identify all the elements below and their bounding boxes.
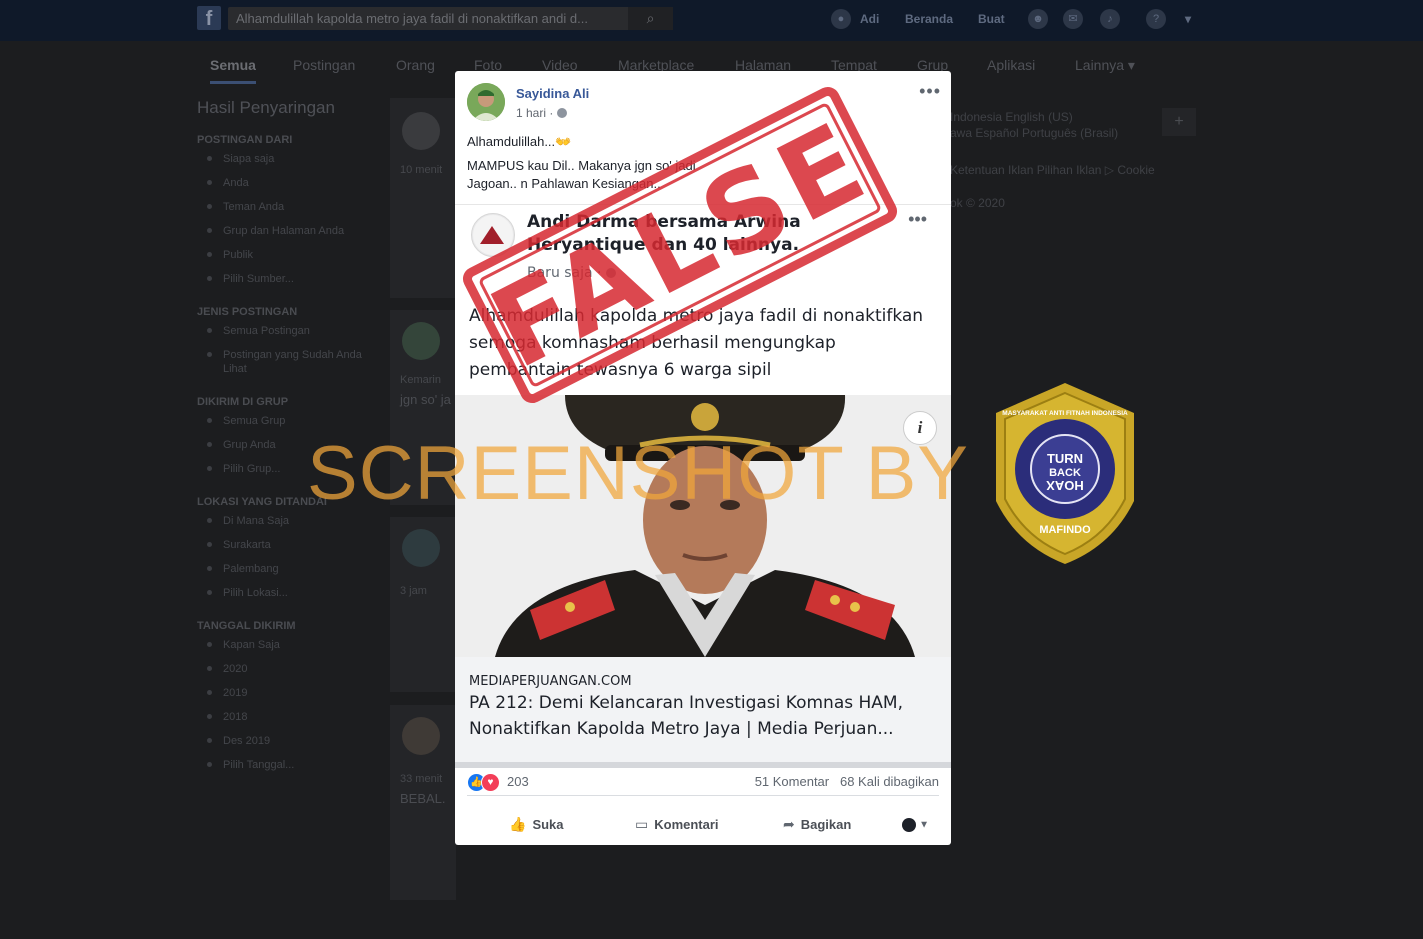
filter-option[interactable]: Surakarta	[197, 538, 382, 562]
link-preview[interactable]: MEDIAPERJUANGAN.COM PA 212: Demi Kelanca…	[455, 657, 951, 768]
comment-button[interactable]: ▭ Komentari	[635, 811, 719, 837]
share-label: Bagikan	[800, 817, 852, 832]
link-title[interactable]: PA 212: Demi Kelancaran Investigasi Komn…	[469, 690, 939, 742]
filter-option[interactable]: Anda	[197, 176, 382, 200]
filter-option[interactable]: Postingan yang Sudah Anda Lihat	[197, 348, 382, 386]
tab-semua[interactable]: Semua	[210, 57, 256, 84]
share-icon: ➦	[783, 816, 795, 832]
tab-orang[interactable]: Orang	[396, 57, 435, 73]
post-time-text: 1 hari ·	[516, 106, 554, 120]
profile-link[interactable]: Adi	[860, 12, 879, 26]
sidebar-title: Hasil Penyaringan	[197, 98, 335, 117]
tab-aplikasi[interactable]: Aplikasi	[987, 57, 1035, 73]
profile-avatar-icon[interactable]: ●	[831, 9, 851, 29]
tab-postingan[interactable]: Postingan	[293, 57, 355, 73]
mafindo-logo-icon: TURN BACK HOAX MASYARAKAT ANTI FITNAH IN…	[996, 383, 1134, 564]
add-language-button[interactable]: +	[1162, 108, 1196, 136]
filter-option[interactable]: Siapa saja	[197, 152, 382, 176]
filter-option[interactable]: Pilih Tanggal...	[197, 758, 382, 782]
avatar	[402, 717, 440, 755]
filter-option[interactable]: Teman Anda	[197, 200, 382, 224]
create-link[interactable]: Buat	[978, 12, 1005, 26]
chevron-down-icon: ▼	[919, 819, 929, 831]
filter-option[interactable]: 2018	[197, 710, 382, 734]
svg-text:HOAX: HOAX	[1046, 478, 1084, 493]
help-icon[interactable]: ?	[1146, 9, 1166, 29]
post-timestamp[interactable]: 1 hari ·	[516, 106, 568, 120]
footer-links[interactable]: Ketentuan Iklan Pilihan Iklan ▷ Cookie	[950, 163, 1155, 177]
post-text: jgn so' ja	[400, 392, 451, 407]
filter-option[interactable]: 2019	[197, 686, 382, 710]
post-time: Kemarin	[400, 374, 441, 386]
filter-option[interactable]: Pilih Lokasi...	[197, 586, 382, 610]
share-button[interactable]: ➦ Bagikan	[783, 811, 851, 837]
more-options-icon[interactable]: •••	[919, 81, 941, 102]
feed-post-card: 3 jam	[390, 517, 456, 692]
friend-requests-icon[interactable]: ☻	[1028, 9, 1048, 29]
avatar	[402, 529, 440, 567]
post-text: BEBAL.	[400, 791, 446, 806]
reaction-count[interactable]: 203	[507, 774, 529, 789]
filter-option[interactable]: Grup dan Halaman Anda	[197, 224, 382, 248]
svg-text:TURN: TURN	[1047, 451, 1083, 466]
comment-label: Komentari	[654, 817, 719, 832]
svg-text:MASYARAKAT ANTI FITNAH INDONES: MASYARAKAT ANTI FITNAH INDONESIA	[1002, 410, 1128, 417]
avatar	[402, 322, 440, 360]
like-button[interactable]: 👍 Suka	[509, 811, 564, 837]
screenshot-watermark: SCREENSHOT BY	[307, 431, 969, 516]
top-navigation-bar: f Alhamdulillah kapolda metro jaya fadil…	[0, 0, 1423, 41]
comment-icon: ▭	[635, 816, 649, 832]
filter-option[interactable]: Kapan Saja	[197, 638, 382, 662]
search-box[interactable]: Alhamdulillah kapolda metro jaya fadil d…	[228, 7, 673, 30]
post-author-name[interactable]: Sayidina Ali	[516, 86, 589, 101]
link-domain: MEDIAPERJUANGAN.COM	[469, 674, 632, 689]
love-reaction-icon[interactable]: ♥	[481, 773, 500, 792]
filter-section-title: DIKIRIM DI GRUP	[197, 396, 289, 408]
filter-section-title: JENIS POSTINGAN	[197, 306, 298, 318]
filter-option[interactable]: 2020	[197, 662, 382, 686]
filter-option[interactable]: Di Mana Saja	[197, 514, 382, 538]
search-input[interactable]: Alhamdulillah kapolda metro jaya fadil d…	[236, 11, 616, 26]
like-label: Suka	[532, 817, 564, 832]
notifications-icon[interactable]: ♪	[1100, 9, 1120, 29]
filter-option[interactable]: Palembang	[197, 562, 382, 586]
language-links[interactable]: awa Español Português (Brasil)	[950, 126, 1118, 140]
filter-section-title: TANGGAL DIKIRIM	[197, 620, 296, 632]
svg-text:MAFINDO: MAFINDO	[1039, 524, 1091, 536]
audience-selector[interactable]: ▼	[901, 817, 929, 832]
svg-text:BACK: BACK	[1049, 467, 1081, 479]
post-time: 10 menit	[400, 164, 443, 176]
filter-option[interactable]: Des 2019	[197, 734, 382, 758]
post-time: 33 menit	[400, 773, 443, 785]
feed-post-card: 33 menit BEBAL.	[390, 705, 456, 900]
post-actions: 👍 Suka ▭ Komentari ➦ Bagikan ▼	[467, 811, 939, 841]
page-avatar-icon	[901, 817, 916, 832]
reactions-row: 👍 ♥ 203 51 Komentar 68 Kali dibagikan	[467, 773, 939, 796]
engagement-stats: 51 Komentar 68 Kali dibagikan	[755, 774, 939, 789]
avatar	[402, 112, 440, 150]
post-time: 3 jam	[400, 585, 427, 597]
shared-more-options-icon[interactable]: •••	[908, 209, 927, 230]
feed-post-card: 10 menit	[390, 98, 456, 298]
copyright: ok © 2020	[950, 196, 1005, 210]
tab-lainnya[interactable]: Lainnya ▾	[1075, 57, 1135, 74]
facebook-logo-icon[interactable]: f	[197, 6, 221, 30]
filter-section-title: POSTINGAN DARI	[197, 134, 293, 146]
globe-icon	[557, 108, 568, 118]
filter-option[interactable]: Publik	[197, 248, 382, 272]
home-link[interactable]: Beranda	[905, 12, 953, 26]
language-links[interactable]: Indonesia English (US)	[950, 110, 1073, 124]
messenger-icon[interactable]: ✉	[1063, 9, 1083, 29]
search-icon[interactable]: ⌕	[628, 7, 673, 30]
filter-option[interactable]: Semua Postingan	[197, 324, 382, 348]
account-menu-chevron-icon[interactable]: ▾	[1185, 12, 1191, 26]
share-count[interactable]: 68 Kali dibagikan	[840, 774, 939, 789]
comment-count[interactable]: 51 Komentar	[755, 774, 829, 789]
author-avatar[interactable]	[467, 83, 505, 121]
thumbs-up-icon: 👍	[509, 816, 527, 832]
filter-option[interactable]: Pilih Sumber...	[197, 272, 382, 296]
turnbackhoax-badge: TURN BACK HOAX MASYARAKAT ANTI FITNAH IN…	[992, 381, 1138, 566]
